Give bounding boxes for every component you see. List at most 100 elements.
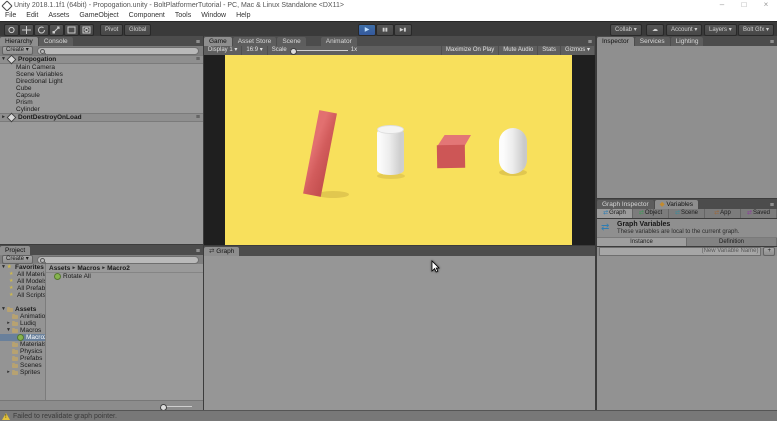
hierarchy-item-cube[interactable]: Cube — [0, 85, 203, 92]
rect-tool-button[interactable] — [64, 24, 79, 36]
favorite-all-models[interactable]: ★All Models — [0, 278, 45, 285]
layers-dropdown[interactable]: Layers ▾ — [704, 24, 737, 36]
tab-scene[interactable]: Scene — [277, 37, 305, 46]
hierarchy-search-input[interactable] — [37, 47, 199, 55]
scale-slider-track[interactable] — [290, 50, 348, 51]
tab-graph-inspector[interactable]: Graph Inspector — [597, 200, 654, 209]
hierarchy-item-prism[interactable]: Prism — [0, 99, 203, 106]
folder-materials[interactable]: Materials — [0, 341, 45, 348]
new-variable-input[interactable]: (New Variable Name) — [599, 247, 761, 256]
cloud-button[interactable]: ☁ — [646, 24, 664, 36]
menu-file[interactable]: File — [0, 11, 21, 21]
aspect-dropdown[interactable]: 16:9 ▾ — [242, 46, 267, 55]
tab-inspector[interactable]: Inspector — [597, 37, 634, 46]
layout-dropdown[interactable]: Bolt Gfx ▾ — [738, 24, 774, 36]
scene-header-dontdestroyonload[interactable]: ▸ DontDestroyOnLoad ≡ — [0, 113, 203, 122]
assets-root[interactable]: ▼Assets — [0, 306, 45, 313]
panel-menu-icon[interactable]: ≡ — [196, 39, 203, 46]
global-toggle-button[interactable]: Global — [124, 24, 151, 36]
breadcrumb-macro2[interactable]: Macro2 — [107, 265, 130, 272]
folder-macros[interactable]: ▼Macros — [0, 327, 45, 334]
transform-tool-button[interactable] — [79, 24, 94, 36]
window-maximize-button[interactable]: □ — [733, 0, 755, 11]
project-search-input[interactable] — [37, 256, 199, 264]
breadcrumb-macros[interactable]: Macros — [77, 265, 100, 272]
tab-console[interactable]: Console — [39, 37, 73, 46]
tab-services[interactable]: Services — [635, 37, 670, 46]
hierarchy-item-capsule[interactable]: Capsule — [0, 92, 203, 99]
scene-header-propogation[interactable]: ▼ Propogation ≡ — [0, 55, 203, 64]
folder-scenes[interactable]: Scenes — [0, 362, 45, 369]
tab-asset-store[interactable]: Asset Store — [233, 37, 277, 46]
thumbnail-size-slider[interactable] — [160, 406, 192, 407]
panel-menu-icon[interactable]: ≡ — [588, 39, 595, 46]
favorites-root[interactable]: ▼★Favorites — [0, 264, 45, 271]
tab-lighting[interactable]: Lighting — [671, 37, 704, 46]
hierarchy-item-directional-light[interactable]: Directional Light — [0, 78, 203, 85]
menu-gameobject[interactable]: GameObject — [74, 11, 123, 21]
asset-macro2-selected[interactable]: Macro2 — [0, 334, 45, 341]
hierarchy-item-main-camera[interactable]: Main Camera — [0, 64, 203, 71]
scope-scene-button[interactable]: ⇄Scene — [669, 209, 705, 218]
hand-tool-button[interactable] — [4, 24, 19, 36]
menu-window[interactable]: Window — [196, 11, 231, 21]
folder-animations[interactable]: Animations — [0, 313, 45, 320]
scope-object-button[interactable]: ⇄Object — [633, 209, 669, 218]
tab-instance[interactable]: Instance — [597, 238, 687, 246]
tab-project[interactable]: Project — [0, 246, 30, 255]
tab-variables[interactable]: ◆ Variables — [655, 200, 698, 209]
tab-game[interactable]: Game — [204, 37, 232, 46]
game-viewport[interactable] — [204, 55, 595, 245]
tab-graph[interactable]: ⇄ Graph — [204, 247, 239, 256]
panel-menu-icon[interactable]: ≡ — [770, 202, 777, 209]
window-close-button[interactable]: × — [755, 0, 777, 11]
scene-menu-icon[interactable]: ≡ — [196, 114, 203, 121]
scale-slider-knob[interactable] — [290, 48, 297, 55]
menu-edit[interactable]: Edit — [21, 11, 43, 21]
step-button[interactable]: ▶▮ — [394, 24, 412, 36]
maximize-on-play-button[interactable]: Maximize On Play — [441, 46, 499, 55]
favorite-all-prefabs[interactable]: ★All Prefabs — [0, 285, 45, 292]
stats-button[interactable]: Stats — [538, 46, 561, 55]
add-variable-button[interactable]: + — [763, 247, 775, 256]
display-dropdown[interactable]: Display 1 ▾ — [204, 46, 242, 55]
move-tool-button[interactable] — [19, 24, 34, 36]
tab-hierarchy[interactable]: Hierarchy — [0, 37, 38, 46]
account-dropdown[interactable]: Account ▾ — [666, 24, 702, 36]
folder-ludiq[interactable]: ▸Ludiq — [0, 320, 45, 327]
mute-audio-button[interactable]: Mute Audio — [499, 46, 538, 55]
play-button[interactable]: ▶ — [358, 24, 376, 36]
rotate-tool-button[interactable] — [34, 24, 49, 36]
tab-animator[interactable]: Animator — [321, 37, 357, 46]
tab-definition[interactable]: Definition — [687, 238, 777, 246]
hierarchy-item-cylinder[interactable]: Cylinder — [0, 106, 203, 113]
menu-component[interactable]: Component — [124, 11, 170, 21]
window-minimize-button[interactable]: – — [711, 0, 733, 11]
scope-app-button[interactable]: ⇄App — [705, 209, 741, 218]
breadcrumb-assets[interactable]: Assets — [49, 265, 70, 272]
scale-slider[interactable]: Scale 1x — [268, 46, 361, 55]
menu-help[interactable]: Help — [231, 11, 255, 21]
gizmos-dropdown[interactable]: Gizmos ▾ — [561, 46, 595, 55]
panel-menu-icon[interactable]: ≡ — [196, 248, 203, 255]
folder-prefabs[interactable]: Prefabs — [0, 355, 45, 362]
favorite-all-scripts[interactable]: ★All Scripts — [0, 292, 45, 299]
menu-assets[interactable]: Assets — [43, 11, 74, 21]
scope-saved-button[interactable]: ⇄Saved — [741, 209, 777, 218]
status-bar[interactable]: Failed to revalidate graph pointer. — [0, 410, 777, 421]
project-create-button[interactable]: Create ▾ — [2, 255, 33, 264]
graph-canvas[interactable] — [204, 256, 595, 410]
asset-rotate-all[interactable]: Rotate All — [46, 273, 203, 280]
hierarchy-create-button[interactable]: Create ▾ — [2, 46, 33, 55]
scene-menu-icon[interactable]: ≡ — [196, 56, 203, 63]
scale-tool-button[interactable] — [49, 24, 64, 36]
hierarchy-item-scene-variables[interactable]: Scene Variables — [0, 71, 203, 78]
collab-dropdown[interactable]: Collab ▾ — [610, 24, 642, 36]
favorite-all-materials[interactable]: ★All Materials — [0, 271, 45, 278]
folder-physics[interactable]: Physics — [0, 348, 45, 355]
menu-tools[interactable]: Tools — [170, 11, 196, 21]
scope-graph-button[interactable]: ⇄Graph — [597, 209, 633, 218]
pause-button[interactable]: ▮▮ — [376, 24, 394, 36]
panel-menu-icon[interactable]: ≡ — [770, 39, 777, 46]
folder-sprites[interactable]: ▸Sprites — [0, 369, 45, 376]
